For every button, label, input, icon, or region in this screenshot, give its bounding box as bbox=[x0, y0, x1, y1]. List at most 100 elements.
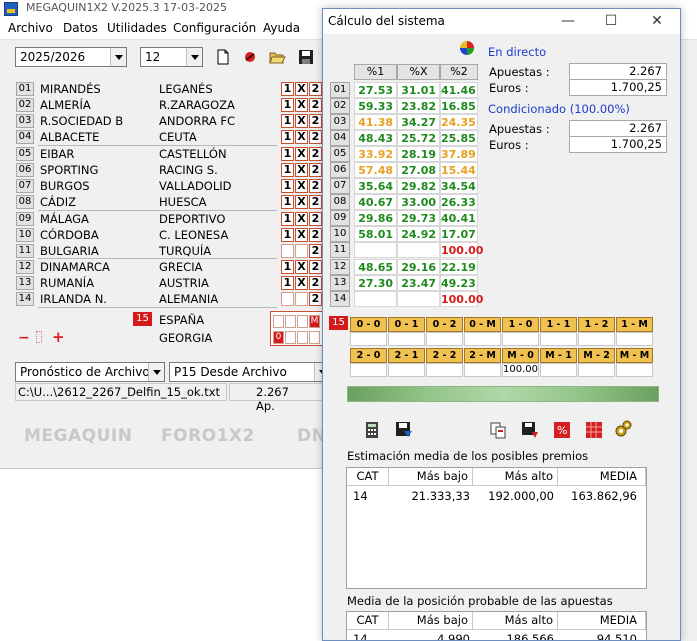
p15-pick-row2-3[interactable]: M bbox=[309, 331, 320, 344]
pick-1[interactable]: 1 bbox=[281, 147, 294, 161]
copy-icon[interactable] bbox=[489, 421, 507, 439]
pick-x[interactable]: X bbox=[295, 147, 308, 161]
p15-pick-row1-2[interactable]: 2 bbox=[297, 315, 308, 328]
p15-pick-row1-3[interactable]: M bbox=[309, 315, 320, 328]
pick-x[interactable]: X bbox=[295, 179, 308, 193]
pick-x[interactable]: X bbox=[295, 114, 308, 128]
prizes-header-avg[interactable]: MEDIA bbox=[558, 468, 646, 486]
save-as-icon[interactable] bbox=[395, 421, 413, 439]
p15-combo-label[interactable]: 2 - 1 bbox=[388, 348, 425, 363]
pick-2[interactable]: 2 bbox=[309, 260, 322, 274]
pick-1[interactable]: 1 bbox=[281, 82, 294, 96]
position-header-cat[interactable]: CAT bbox=[347, 612, 389, 630]
pick-2[interactable]: 2 bbox=[309, 147, 322, 161]
position-header-avg[interactable]: MEDIA bbox=[558, 612, 646, 630]
p15-combo-label[interactable]: 2 - M bbox=[464, 348, 501, 363]
pick-2[interactable]: 2 bbox=[309, 195, 322, 209]
megaquin-link[interactable]: MEGAQUIN bbox=[24, 426, 132, 446]
foro1x2-link[interactable]: FORO1X2 bbox=[161, 426, 255, 446]
p15-combo-label[interactable]: 0 - 1 bbox=[388, 317, 425, 332]
p15-combo-label[interactable]: 2 - 2 bbox=[426, 348, 463, 363]
pick-x[interactable]: X bbox=[295, 82, 308, 96]
pick-1[interactable]: 1 bbox=[281, 179, 294, 193]
pick-x[interactable]: X bbox=[295, 260, 308, 274]
p15-pick-row2-1[interactable]: 1 bbox=[285, 331, 296, 344]
pick-x[interactable]: X bbox=[295, 276, 308, 290]
close-icon[interactable]: ✕ bbox=[649, 13, 665, 29]
calculator-icon[interactable] bbox=[363, 421, 381, 439]
p15-combo-label[interactable]: 1 - 0 bbox=[502, 317, 539, 332]
pick-1[interactable]: 1 bbox=[281, 212, 294, 226]
p15-pick-row2-0[interactable]: 0 bbox=[273, 331, 284, 344]
prizes-header-low[interactable]: Más bajo bbox=[389, 468, 473, 486]
color-wheel-icon[interactable] bbox=[459, 40, 475, 56]
pick-x[interactable]: X bbox=[295, 98, 308, 112]
pick-1[interactable]: 1 bbox=[281, 114, 294, 128]
open-folder-icon[interactable] bbox=[268, 48, 286, 66]
pick-1[interactable]: 1 bbox=[281, 195, 294, 209]
menu-utilidades[interactable]: Utilidades bbox=[107, 21, 167, 35]
p15-combo-label[interactable]: M - 2 bbox=[578, 348, 615, 363]
position-header-low[interactable]: Más bajo bbox=[389, 612, 473, 630]
pick-2[interactable]: 2 bbox=[309, 98, 322, 112]
p15-combo-label[interactable]: 0 - M bbox=[464, 317, 501, 332]
p15-combo-label[interactable]: M - 1 bbox=[540, 348, 577, 363]
p15-pick-row2-2[interactable]: 2 bbox=[297, 331, 308, 344]
pick-2[interactable]: 2 bbox=[309, 292, 322, 306]
pick-2[interactable]: 2 bbox=[309, 82, 322, 96]
menu-datos[interactable]: Datos bbox=[63, 21, 98, 35]
pick-1[interactable]: 1 bbox=[281, 260, 294, 274]
add-icon[interactable]: + bbox=[52, 328, 65, 346]
pick-1[interactable]: 1 bbox=[281, 228, 294, 242]
pick-x[interactable]: X bbox=[295, 130, 308, 144]
pick-x[interactable]: X bbox=[295, 212, 308, 226]
p15-combo-label[interactable]: 1 - 1 bbox=[540, 317, 577, 332]
chevron-down-icon[interactable] bbox=[110, 48, 126, 66]
chevron-down-icon[interactable] bbox=[148, 363, 164, 381]
pick-x[interactable]: X bbox=[295, 195, 308, 209]
pick-1[interactable]: 1 bbox=[281, 98, 294, 112]
p15-combo-label[interactable]: M - 0 bbox=[502, 348, 539, 363]
menu-ayuda[interactable]: Ayuda bbox=[263, 21, 300, 35]
season-select[interactable]: 2025/2026 bbox=[15, 47, 127, 67]
p15-combo-label[interactable]: 1 - 2 bbox=[578, 317, 615, 332]
p15-combo-label[interactable]: 2 - 0 bbox=[350, 348, 387, 363]
remove-icon[interactable]: − bbox=[18, 330, 30, 346]
save-icon[interactable] bbox=[297, 48, 315, 66]
pick-2[interactable]: 2 bbox=[309, 244, 322, 258]
jornada-select[interactable]: 12 bbox=[140, 47, 203, 67]
pick-2[interactable]: 2 bbox=[309, 228, 322, 242]
prizes-header-cat[interactable]: CAT bbox=[347, 468, 389, 486]
pick-2[interactable]: 2 bbox=[309, 212, 322, 226]
pick-2[interactable]: 2 bbox=[309, 130, 322, 144]
p15-pick-row1-0[interactable]: 0 bbox=[273, 315, 284, 328]
menu-archivo[interactable]: Archivo bbox=[8, 21, 53, 35]
pick-x[interactable]: X bbox=[295, 244, 308, 258]
new-file-icon[interactable] bbox=[214, 48, 232, 66]
p15-pick-row1-1[interactable]: 1 bbox=[285, 315, 296, 328]
pick-x[interactable]: X bbox=[295, 163, 308, 177]
pick-1[interactable]: 1 bbox=[281, 130, 294, 144]
p15-combo-label[interactable]: 0 - 2 bbox=[426, 317, 463, 332]
pick-2[interactable]: 2 bbox=[309, 114, 322, 128]
p15-combo-label[interactable]: 0 - 0 bbox=[350, 317, 387, 332]
settings-gear-icon[interactable] bbox=[613, 419, 633, 439]
position-table[interactable]: CAT Más bajo Más alto MEDIA 14 4.990 186… bbox=[346, 611, 647, 640]
chevron-down-icon[interactable] bbox=[186, 48, 202, 66]
prizes-table[interactable]: CAT Más bajo Más alto MEDIA 14 21.333,33… bbox=[346, 467, 647, 589]
prizes-header-high[interactable]: Más alto bbox=[473, 468, 558, 486]
p15-combo-label[interactable]: 1 - M bbox=[616, 317, 653, 332]
p15-combo-label[interactable]: M - M bbox=[616, 348, 653, 363]
pick-2[interactable]: 2 bbox=[309, 179, 322, 193]
menu-configuracion[interactable]: Configuración bbox=[173, 21, 256, 35]
pick-2[interactable]: 2 bbox=[309, 163, 322, 177]
p15-source-select[interactable]: P15 Desde Archivo bbox=[169, 362, 331, 382]
pick-1[interactable]: 1 bbox=[281, 244, 294, 258]
pick-x[interactable]: X bbox=[295, 228, 308, 242]
pick-2[interactable]: 2 bbox=[309, 276, 322, 290]
grid-report-icon[interactable] bbox=[585, 421, 603, 439]
prediction-source-select[interactable]: Pronóstico de Archivo bbox=[15, 362, 165, 382]
delete-icon[interactable] bbox=[241, 48, 259, 66]
minimize-icon[interactable]: — bbox=[560, 13, 576, 29]
save-export-icon[interactable] bbox=[521, 421, 539, 439]
